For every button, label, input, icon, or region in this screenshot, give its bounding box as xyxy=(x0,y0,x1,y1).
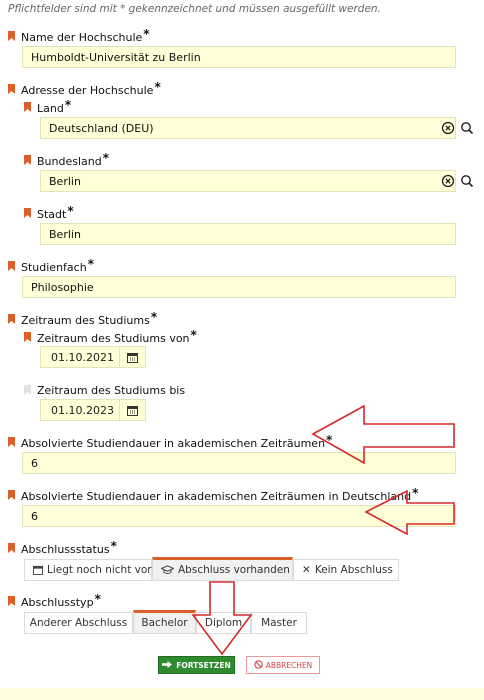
period-label: Zeitraum des Studiums* xyxy=(21,310,158,327)
continue-button[interactable]: FORTSETZEN xyxy=(158,656,235,674)
subject-label: Studienfach* xyxy=(21,257,94,274)
university-label: Name der Hochschule* xyxy=(21,27,150,44)
arrow-right-icon xyxy=(162,660,173,670)
search-icon[interactable] xyxy=(460,174,474,188)
required-marker-icon xyxy=(8,261,15,271)
status-option-available[interactable]: Abschluss vorhanden xyxy=(152,557,293,581)
required-marker-icon xyxy=(8,596,15,606)
required-marker-icon xyxy=(24,208,31,218)
calendar-icon xyxy=(33,565,43,575)
status-option-none-label: Kein Abschluss xyxy=(314,564,393,576)
duration-label: Absolvierte Studiendauer in akademischen… xyxy=(21,433,333,450)
address-label: Adresse der Hochschule* xyxy=(21,80,161,97)
required-marker-icon xyxy=(8,31,15,41)
continue-label: FORTSETZEN xyxy=(176,660,231,670)
optional-marker-icon xyxy=(24,385,31,395)
ban-icon xyxy=(253,659,263,671)
close-icon: ✕ xyxy=(302,564,311,576)
university-input[interactable]: Humboldt-Universität zu Berlin xyxy=(22,46,456,68)
country-label: Land* xyxy=(37,98,72,115)
calendar-icon[interactable] xyxy=(119,400,145,420)
footer-band xyxy=(0,688,484,700)
required-marker-icon xyxy=(24,102,31,112)
duration-de-label: Absolvierte Studiendauer in akademischen… xyxy=(21,486,419,503)
search-icon[interactable] xyxy=(460,121,474,135)
required-fields-note: Pflichtfelder sind mit * gekennzeichnet … xyxy=(8,3,381,15)
required-marker-icon xyxy=(24,155,31,165)
period-from-label: Zeitraum des Studiums von* xyxy=(37,328,197,345)
cancel-label: ABBRECHEN xyxy=(265,660,313,670)
status-option-pending[interactable]: Liegt noch nicht vor xyxy=(24,559,152,581)
type-option-other[interactable]: Anderer Abschluss xyxy=(24,612,133,634)
city-input[interactable]: Berlin xyxy=(40,223,456,245)
required-marker-icon xyxy=(8,84,15,94)
cancel-button[interactable]: ABBRECHEN xyxy=(246,656,320,674)
required-marker-icon xyxy=(8,314,15,324)
status-option-none[interactable]: ✕ Kein Abschluss xyxy=(293,559,399,581)
period-from-value[interactable]: 01.10.2021 xyxy=(41,351,119,364)
clear-icon[interactable] xyxy=(441,174,455,188)
graduation-cap-icon xyxy=(161,565,174,575)
duration-de-input[interactable]: 6 xyxy=(22,505,456,527)
country-input[interactable]: Deutschland (DEU) xyxy=(40,117,456,139)
clear-icon[interactable] xyxy=(441,121,455,135)
status-option-available-label: Abschluss vorhanden xyxy=(178,564,290,576)
required-marker-icon xyxy=(24,332,31,342)
duration-input[interactable]: 6 xyxy=(22,452,456,474)
city-label: Stadt* xyxy=(37,204,74,221)
subject-input[interactable]: Philosophie xyxy=(22,276,456,298)
state-input[interactable]: Berlin xyxy=(40,170,456,192)
required-marker-icon xyxy=(8,543,15,553)
calendar-icon[interactable] xyxy=(119,347,145,367)
period-to-label: Zeitraum des Studiums bis xyxy=(37,384,186,397)
type-option-bachelor[interactable]: Bachelor xyxy=(133,610,196,634)
degree-type-label: Abschlusstyp* xyxy=(21,592,101,609)
degree-status-label: Abschlussstatus* xyxy=(21,539,117,556)
status-option-pending-label: Liegt noch nicht vor xyxy=(47,564,152,576)
period-to-date[interactable]: 01.10.2023 xyxy=(40,399,146,421)
state-label: Bundesland* xyxy=(37,151,110,168)
required-marker-icon xyxy=(8,437,15,447)
period-from-date[interactable]: 01.10.2021 xyxy=(40,346,146,368)
period-to-value[interactable]: 01.10.2023 xyxy=(41,404,119,417)
required-marker-icon xyxy=(8,490,15,500)
type-option-diploma[interactable]: Diplom xyxy=(196,612,251,634)
type-option-master[interactable]: Master xyxy=(251,612,307,634)
